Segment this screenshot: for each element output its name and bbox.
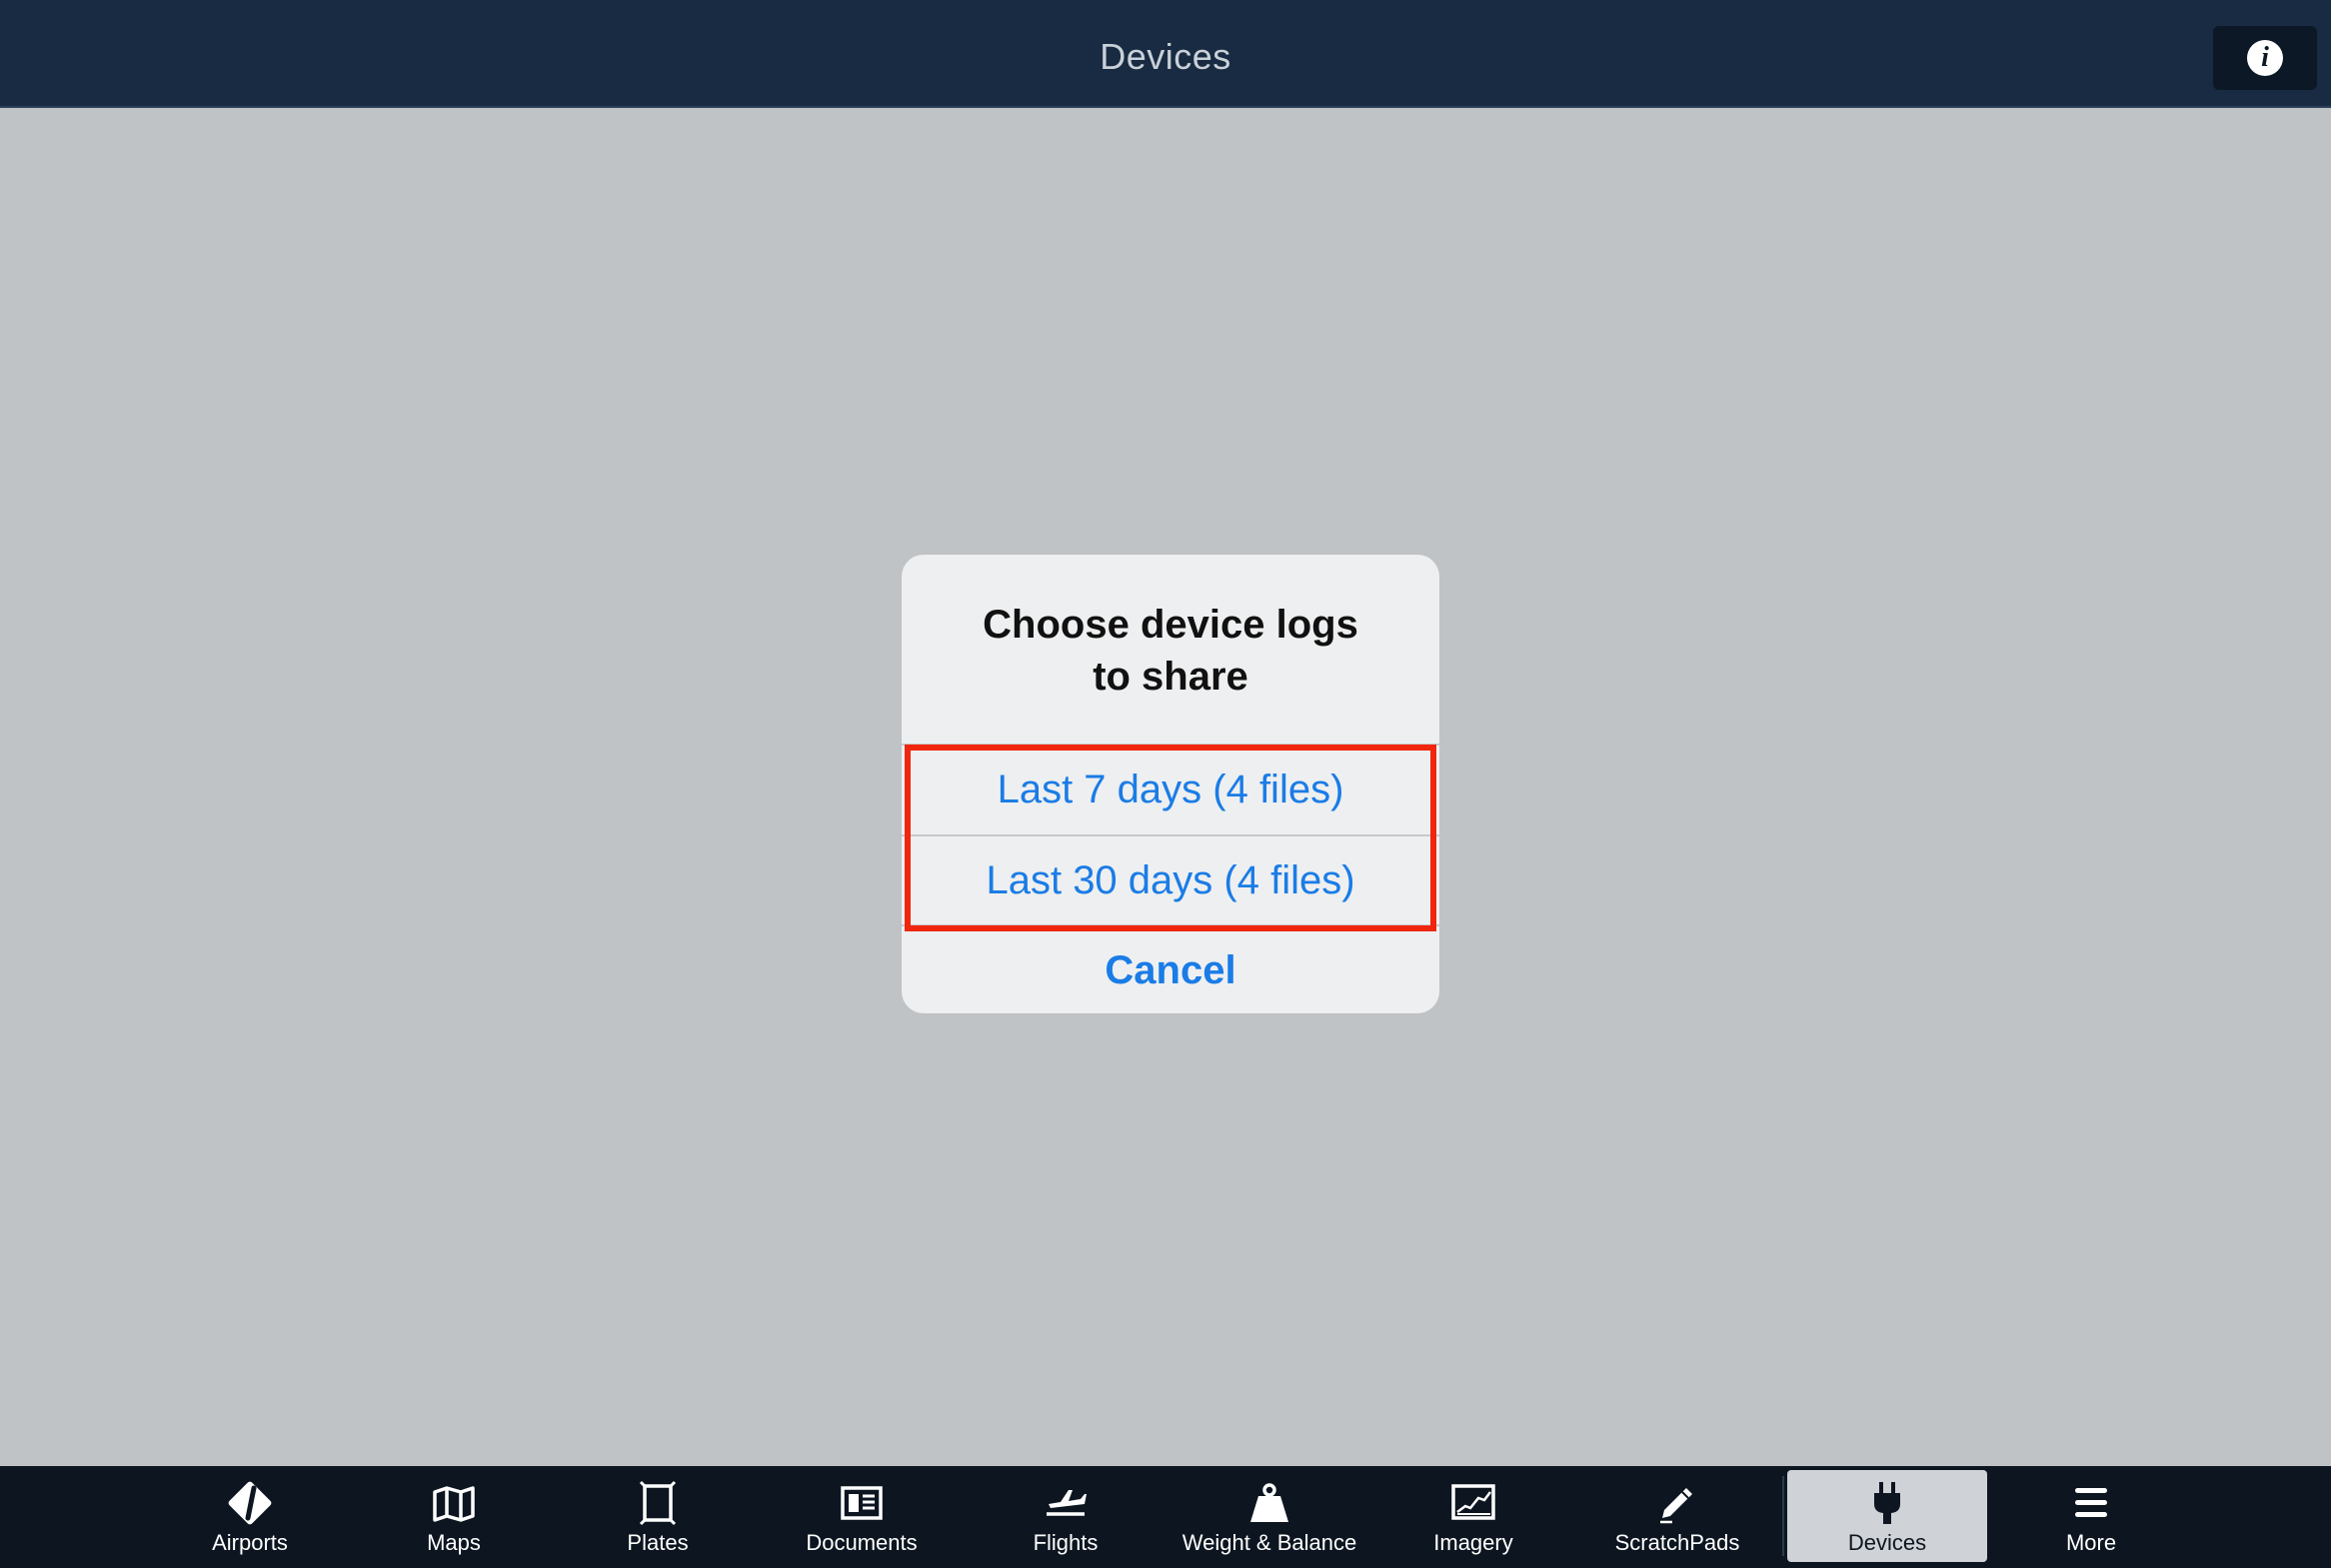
tab-weight-and-balance[interactable]: Weight & Balance (1169, 1470, 1369, 1562)
tab-plates[interactable]: Plates (588, 1470, 728, 1562)
tab-label: Maps (427, 1530, 481, 1555)
last-7-days-button[interactable]: Last 7 days (4 files) (902, 746, 1439, 833)
share-logs-dialog: Choose device logs to share Last 7 days … (902, 555, 1439, 1013)
documents-icon (841, 1486, 883, 1520)
last-30-days-label: Last 30 days (4 files) (986, 857, 1355, 902)
last-30-days-button[interactable]: Last 30 days (4 files) (902, 836, 1439, 924)
tab-more[interactable]: More (2021, 1470, 2161, 1562)
pencil-icon (1660, 1488, 1692, 1524)
dialog-title: Choose device logs to share (902, 599, 1439, 703)
tab-label: Flights (1033, 1530, 1099, 1555)
tab-documents[interactable]: Documents (792, 1470, 932, 1562)
tab-label: Documents (806, 1530, 918, 1555)
app-root: Devices i Choose device logs to share La… (0, 0, 2331, 1568)
dialog-title-line2: to share (1093, 655, 1248, 699)
tab-label: Imagery (1433, 1530, 1513, 1555)
menu-icon (2075, 1488, 2107, 1517)
tab-label: Weight & Balance (1181, 1530, 1357, 1555)
map-icon (433, 1486, 475, 1522)
cancel-label: Cancel (1105, 947, 1236, 992)
info-button[interactable]: i (2213, 26, 2317, 90)
tab-devices[interactable]: Devices (1787, 1470, 1987, 1562)
tab-scratchpads[interactable]: ScratchPads (1607, 1470, 1747, 1562)
flights-icon (1047, 1490, 1087, 1516)
airport-icon (228, 1481, 272, 1525)
plug-icon (1874, 1482, 1900, 1524)
info-icon: i (2247, 40, 2283, 76)
tab-label: ScratchPads (1614, 1530, 1740, 1555)
tab-label: Devices (1847, 1530, 1927, 1555)
dialog-title-line1: Choose device logs (983, 603, 1358, 647)
tab-flights[interactable]: Flights (996, 1470, 1136, 1562)
weight-icon (1250, 1483, 1288, 1522)
tab-label: Plates (627, 1530, 689, 1555)
top-navigation-bar: Devices i (0, 0, 2331, 108)
bottom-tab-bar: Airports Maps Plates Documents Flights W… (0, 1466, 2331, 1568)
imagery-icon (1451, 1484, 1495, 1520)
tab-separator (1782, 1476, 1784, 1556)
tab-airports[interactable]: Airports (180, 1470, 320, 1562)
plates-icon (639, 1480, 677, 1526)
tab-imagery[interactable]: Imagery (1403, 1470, 1543, 1562)
tab-label: Airports (212, 1530, 288, 1555)
tab-label: More (2065, 1530, 2117, 1555)
tab-maps[interactable]: Maps (384, 1470, 524, 1562)
cancel-button[interactable]: Cancel (902, 926, 1439, 1013)
last-7-days-label: Last 7 days (4 files) (997, 767, 1344, 811)
page-title: Devices (1100, 36, 1231, 77)
